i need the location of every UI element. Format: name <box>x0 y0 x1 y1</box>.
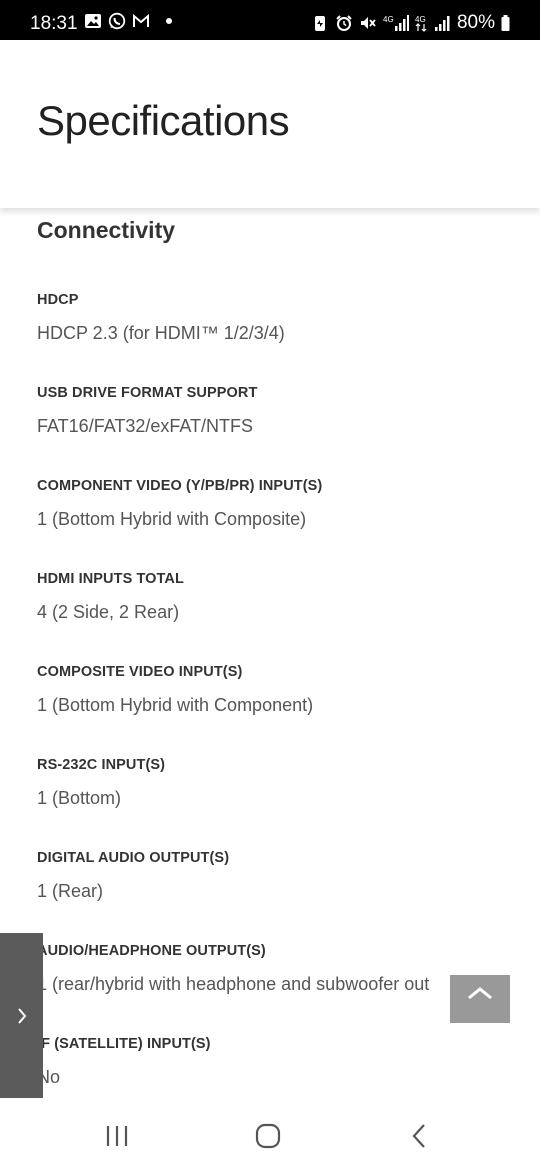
notification-icons <box>84 12 172 30</box>
alarm-icon <box>336 15 352 31</box>
gmail-icon <box>133 13 149 27</box>
section-title-connectivity: Connectivity <box>37 217 176 243</box>
home-icon <box>255 1123 281 1149</box>
spec-value: 1 (Rear) <box>37 881 104 901</box>
spec-label: HDMI INPUTS TOTAL <box>37 571 184 587</box>
spec-label: AUDIO/HEADPHONE OUTPUT(S) <box>37 943 266 959</box>
spec-value: No <box>37 1067 61 1087</box>
recents-icon <box>106 1126 128 1146</box>
spec-label: IF (SATELLITE) INPUT(S) <box>37 1036 211 1052</box>
spec-value: FAT16/FAT32/exFAT/NTFS <box>37 416 254 436</box>
spec-label: DIGITAL AUDIO OUTPUT(S) <box>37 850 230 866</box>
spec-value: HDCP 2.3 (for HDMI™ 1/2/3/4) <box>37 323 285 343</box>
signal-4g-lte-label: 4G <box>415 15 426 24</box>
recents-button[interactable] <box>97 1122 137 1150</box>
scroll-to-top-button[interactable] <box>450 975 510 1023</box>
chevron-right-icon <box>17 1007 26 1024</box>
home-button[interactable] <box>248 1122 288 1150</box>
battery-percentage: 80% <box>456 12 495 33</box>
wifi-signal-icon <box>434 16 450 31</box>
signal-4g-icon: 4G <box>383 15 409 31</box>
spec-label: COMPOSITE VIDEO INPUT(S) <box>37 664 243 680</box>
spec-label: COMPONENT VIDEO (Y/PB/PR) INPUT(S) <box>37 478 323 494</box>
mute-icon <box>360 17 376 29</box>
spec-value: 1 (Bottom) <box>37 788 122 808</box>
system-nav-bar <box>0 1098 540 1170</box>
spec-value: 1 (Bottom Hybrid with Composite) <box>37 509 307 529</box>
spec-value: 1 (Bottom Hybrid with Component) <box>37 695 314 715</box>
spec-item: DIGITAL AUDIO OUTPUT(S) 1 (Rear) <box>37 848 540 941</box>
side-panel-toggle[interactable] <box>0 933 43 1098</box>
status-time: 18:31 <box>30 13 78 34</box>
spec-item: RS-232C INPUT(S) 1 (Bottom) <box>37 755 540 848</box>
signal-4g-label: 4G <box>383 15 394 24</box>
signal-4g-lte-icon: 4G <box>415 15 427 32</box>
spec-item: HDMI INPUTS TOTAL 4 (2 Side, 2 Rear) <box>37 569 540 662</box>
page-header: Specifications <box>0 40 540 208</box>
spec-item: COMPONENT VIDEO (Y/PB/PR) INPUT(S) 1 (Bo… <box>37 476 540 569</box>
battery-icon <box>501 15 510 31</box>
chevron-up-icon <box>468 987 492 1000</box>
spec-label: HDCP <box>37 292 79 308</box>
battery-saver-icon <box>314 16 325 31</box>
back-icon <box>412 1124 425 1148</box>
spec-item: HDCP HDCP 2.3 (for HDMI™ 1/2/3/4) <box>37 290 540 383</box>
spec-value: 4 (2 Side, 2 Rear) <box>37 602 180 622</box>
spec-item: USB DRIVE FORMAT SUPPORT FAT16/FAT32/exF… <box>37 383 540 476</box>
page-title: Specifications <box>37 97 290 144</box>
status-bar: 18:31 4G 4G 80% <box>0 0 540 40</box>
spec-label: RS-232C INPUT(S) <box>37 757 166 773</box>
system-icons: 4G 4G 80% <box>311 12 510 34</box>
whatsapp-icon <box>108 12 126 30</box>
more-notifications-dot <box>166 18 172 24</box>
gallery-icon <box>85 14 101 28</box>
spec-item: COMPOSITE VIDEO INPUT(S) 1 (Bottom Hybri… <box>37 662 540 755</box>
spec-label: USB DRIVE FORMAT SUPPORT <box>37 385 258 401</box>
back-button[interactable] <box>400 1122 440 1150</box>
